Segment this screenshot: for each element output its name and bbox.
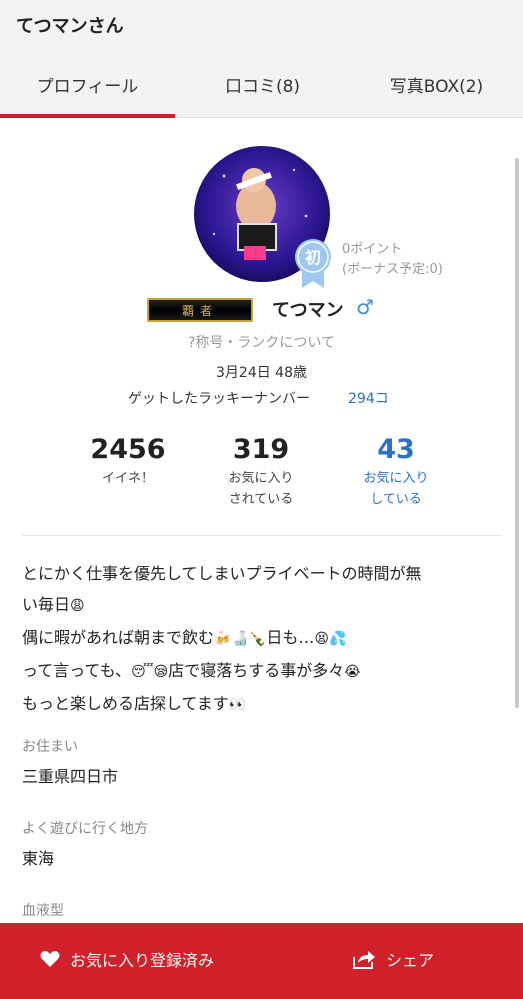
crying-face-icon: 😭 [344,664,361,680]
stat-likes: 2456 イイネ！ [68,432,188,489]
stat-favorited-label-2: されている [228,492,294,507]
tab-photo-box[interactable]: 写真BOX(2) [350,50,523,118]
bio-line-2: い毎日 [22,595,71,614]
stat-favoriting[interactable]: 43 お気に入り している [336,432,456,510]
rank-title-plate: 覇者 [147,298,253,322]
page-title: てつマンさん [16,16,124,37]
bottom-action-bar: お気に入り登録済み シェア [0,923,523,999]
stat-favorited-number: 319 [232,434,290,465]
sake-icon: 🍶 [231,631,249,647]
lucky-number-link[interactable]: 294コ [348,388,389,408]
sweat-drops-icon: 💦 [328,631,347,647]
blood-type-label: 血液型 [22,903,64,919]
stat-favoriting-label[interactable]: お気に入り [336,468,456,489]
divider [22,535,502,536]
username: てつマン [272,300,344,321]
bio-text: とにかく仕事を優先してしまいプライベートの時間が無 い毎日😩 偶に暇があれば朝ま… [22,558,502,721]
points-info: 0ポイント (ボーナス予定:0) [342,240,443,280]
bio-line-3: 偶に暇があれば朝まで飲む [22,628,215,647]
tab-reviews[interactable]: 口コミ(8) [175,50,350,118]
stat-favoriting-label-2[interactable]: している [336,489,456,510]
stat-favorited: 319 お気に入り されている [201,432,321,510]
stat-favorited-label: お気に入り [228,471,294,486]
weary-face-icon: 😩 [70,598,85,614]
share-icon [353,951,375,969]
bio-line-3b: 日も… [266,628,315,647]
sleepy-face-icon: 😪 [153,664,169,680]
gender-male-icon: ♂ [356,295,374,319]
bio-line-4b: 店で寝落ちする事が多々 [168,661,345,680]
frequent-area-label: よく遊びに行く地方 [22,821,148,837]
stat-favoriting-number[interactable]: 43 [336,432,456,468]
frequent-area-value: 東海 [22,849,55,868]
lucky-number-label: ゲットしたラッキーナンバー [128,391,310,407]
tab-bar: プロフィール 口コミ(8) 写真BOX(2) [0,50,523,118]
tired-face-icon: 😫 [314,631,329,647]
residence-label: お住まい [22,739,78,755]
beer-mugs-icon: 🍻 [214,631,232,647]
rank-badge-icon: 初 [294,238,332,288]
bonus-value: (ボーナス予定:0) [342,262,443,277]
champagne-icon: 🍾 [248,631,267,647]
bio-line-4a: って言っても、 [22,661,132,680]
favorite-button[interactable]: お気に入り登録済み [40,939,214,979]
profile-content: 初 0ポイント (ボーナス予定:0) 覇者 てつマン ♂ ?称号・ランクについて… [0,118,523,923]
scrollbar[interactable] [515,158,519,708]
header-bar: てつマンさん [0,0,523,50]
stat-likes-number: 2456 [90,434,166,465]
residence-value: 三重県四日市 [22,767,119,786]
birthday-age: 3月24日 48歳 [216,365,307,381]
rank-info-link[interactable]: ?称号・ランクについて [0,332,523,352]
eyes-icon: 👀 [228,697,247,713]
bio-line-1: とにかく仕事を優先してしまいプライベートの時間が無 [22,564,422,583]
share-button[interactable]: シェア [352,939,434,979]
share-button-label: シェア [386,951,435,970]
bio-line-5: もっと楽しめる店探してます [22,694,229,713]
heart-icon [40,951,60,967]
sleeping-face-icon: 😴 [131,664,154,680]
tab-profile[interactable]: プロフィール [0,50,175,118]
favorite-button-label: お気に入り登録済み [70,951,215,970]
stat-likes-label: イイネ！ [101,471,154,486]
points-value: 0ポイント [342,242,403,257]
badge-char: 初 [305,248,321,267]
